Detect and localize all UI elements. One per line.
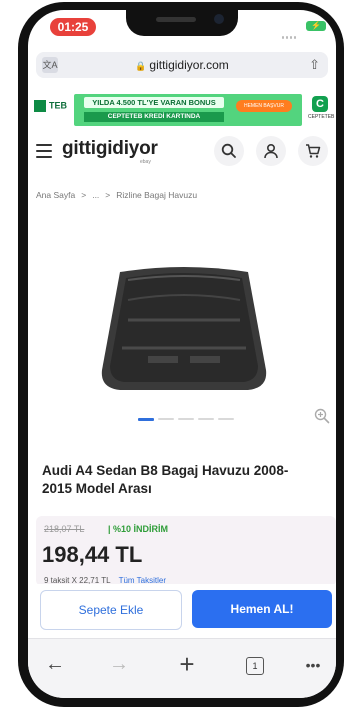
search-icon[interactable] xyxy=(214,136,244,166)
add-to-cart-button[interactable]: Sepete Ekle xyxy=(40,590,182,630)
menu-icon[interactable] xyxy=(36,144,52,158)
discount-badge: | %10 İNDİRİM xyxy=(108,524,169,534)
forward-icon[interactable]: → xyxy=(104,653,134,676)
status-bar: 01:25 ⚡ xyxy=(28,10,336,44)
browser-bottom-toolbar: ← → + 1 ••• xyxy=(28,638,336,698)
breadcrumb-home[interactable]: Ana Sayfa xyxy=(36,190,75,200)
cart-icon[interactable] xyxy=(298,136,328,166)
teb-logo: TEB xyxy=(34,100,72,122)
ad-banner[interactable]: TEB YILDA 4.500 TL'YE VARAN BONUS HEMEN … xyxy=(34,94,335,128)
promo-apply-button[interactable]: HEMEN BAŞVUR xyxy=(236,100,292,112)
promo-subline: CEPTETEB KREDİ KARTINDA xyxy=(84,112,224,122)
phone-screen: 01:25 ⚡ 文A 🔒 gittigidiyor.com ⇧ TEB YILDA… xyxy=(28,10,336,698)
url-text[interactable]: 🔒 gittigidiyor.com xyxy=(36,58,328,72)
product-title: Audi A4 Sedan B8 Bagaj Havuzu 2008-2015 … xyxy=(42,463,289,496)
camera xyxy=(214,14,224,24)
breadcrumb-separator: > xyxy=(105,190,111,200)
promo-headline: YILDA 4.500 TL'YE VARAN BONUS xyxy=(84,97,224,108)
current-price: 198,44 TL xyxy=(42,542,143,567)
breadcrumb-separator: > xyxy=(81,190,87,200)
gallery-dots[interactable] xyxy=(138,418,238,421)
lock-icon: 🔒 xyxy=(135,61,147,71)
cepteteb-logo: C CEPTETEB xyxy=(308,96,335,120)
status-time: 01:25 xyxy=(50,18,96,36)
old-price: 218,07 TL xyxy=(44,524,85,534)
new-tab-icon[interactable]: + xyxy=(172,649,202,680)
speaker xyxy=(156,17,196,22)
site-logo-sub: ebay xyxy=(140,159,151,165)
site-header: gittigidiyor ebay xyxy=(28,132,336,172)
tabs-icon[interactable]: 1 xyxy=(246,657,264,675)
zoom-icon[interactable] xyxy=(314,408,330,427)
back-icon[interactable]: ← xyxy=(40,653,70,676)
signal-icon xyxy=(282,26,298,39)
browser-address-bar[interactable]: 文A 🔒 gittigidiyor.com ⇧ xyxy=(36,52,328,78)
gallery-dot[interactable] xyxy=(218,418,234,420)
share-icon[interactable]: ⇧ xyxy=(309,57,320,73)
breadcrumb-current[interactable]: Rizline Bagaj Havuzu xyxy=(116,190,197,200)
site-logo[interactable]: gittigidiyor xyxy=(62,138,158,160)
product-image[interactable] xyxy=(98,260,270,395)
gallery-dot[interactable] xyxy=(138,418,154,421)
buy-now-button[interactable]: Hemen AL! xyxy=(192,590,332,628)
more-icon[interactable]: ••• xyxy=(298,657,328,673)
promo-panel[interactable]: YILDA 4.500 TL'YE VARAN BONUS HEMEN BAŞV… xyxy=(74,94,302,126)
breadcrumb-ellipsis[interactable]: ... xyxy=(92,190,99,200)
gallery-dot[interactable] xyxy=(178,418,194,420)
battery-icon: ⚡ xyxy=(306,21,326,31)
url-label: gittigidiyor.com xyxy=(149,58,229,72)
gallery-dot[interactable] xyxy=(198,418,214,420)
gallery-dot[interactable] xyxy=(158,418,174,420)
user-icon[interactable] xyxy=(256,136,286,166)
breadcrumb: Ana Sayfa >... > Rizline Bagaj Havuzu xyxy=(36,190,203,200)
